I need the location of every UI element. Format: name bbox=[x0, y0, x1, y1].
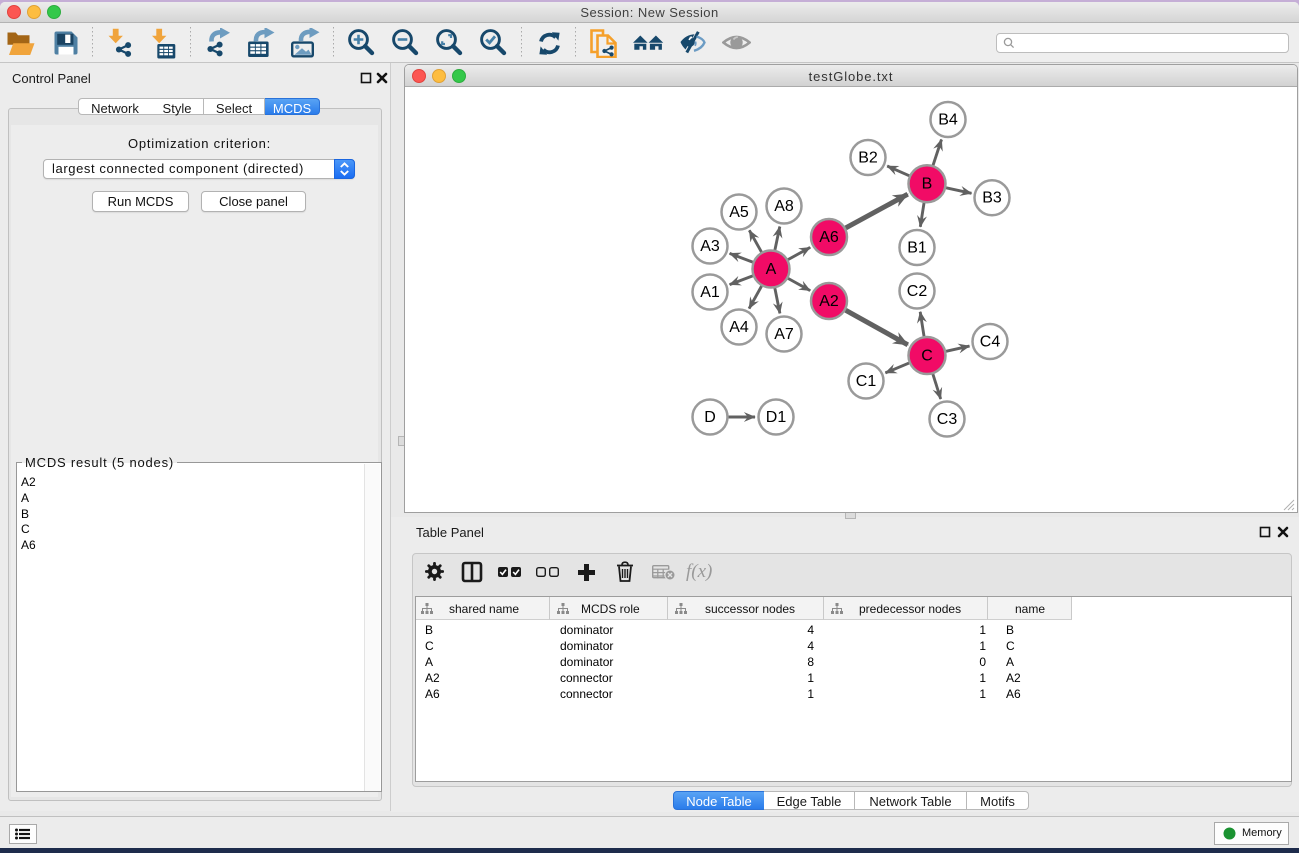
svg-text:C1: C1 bbox=[856, 373, 877, 390]
svg-text:A4: A4 bbox=[729, 319, 749, 336]
svg-text:D: D bbox=[704, 409, 716, 426]
svg-text:A6: A6 bbox=[819, 229, 839, 246]
svg-text:A7: A7 bbox=[774, 326, 794, 343]
svg-text:B2: B2 bbox=[858, 150, 878, 167]
svg-text:B: B bbox=[922, 176, 933, 193]
svg-text:A5: A5 bbox=[729, 204, 749, 221]
svg-text:A2: A2 bbox=[819, 293, 839, 310]
svg-text:C2: C2 bbox=[907, 283, 928, 300]
svg-text:D1: D1 bbox=[766, 409, 787, 426]
svg-text:B4: B4 bbox=[938, 112, 958, 129]
svg-text:A1: A1 bbox=[700, 284, 720, 301]
svg-text:B3: B3 bbox=[982, 190, 1002, 207]
svg-text:C: C bbox=[921, 348, 933, 365]
svg-text:A3: A3 bbox=[700, 238, 720, 255]
svg-text:A8: A8 bbox=[774, 198, 794, 215]
svg-text:C4: C4 bbox=[980, 334, 1001, 351]
svg-text:B1: B1 bbox=[907, 240, 927, 257]
svg-text:C3: C3 bbox=[937, 411, 958, 428]
svg-text:A: A bbox=[766, 261, 777, 278]
